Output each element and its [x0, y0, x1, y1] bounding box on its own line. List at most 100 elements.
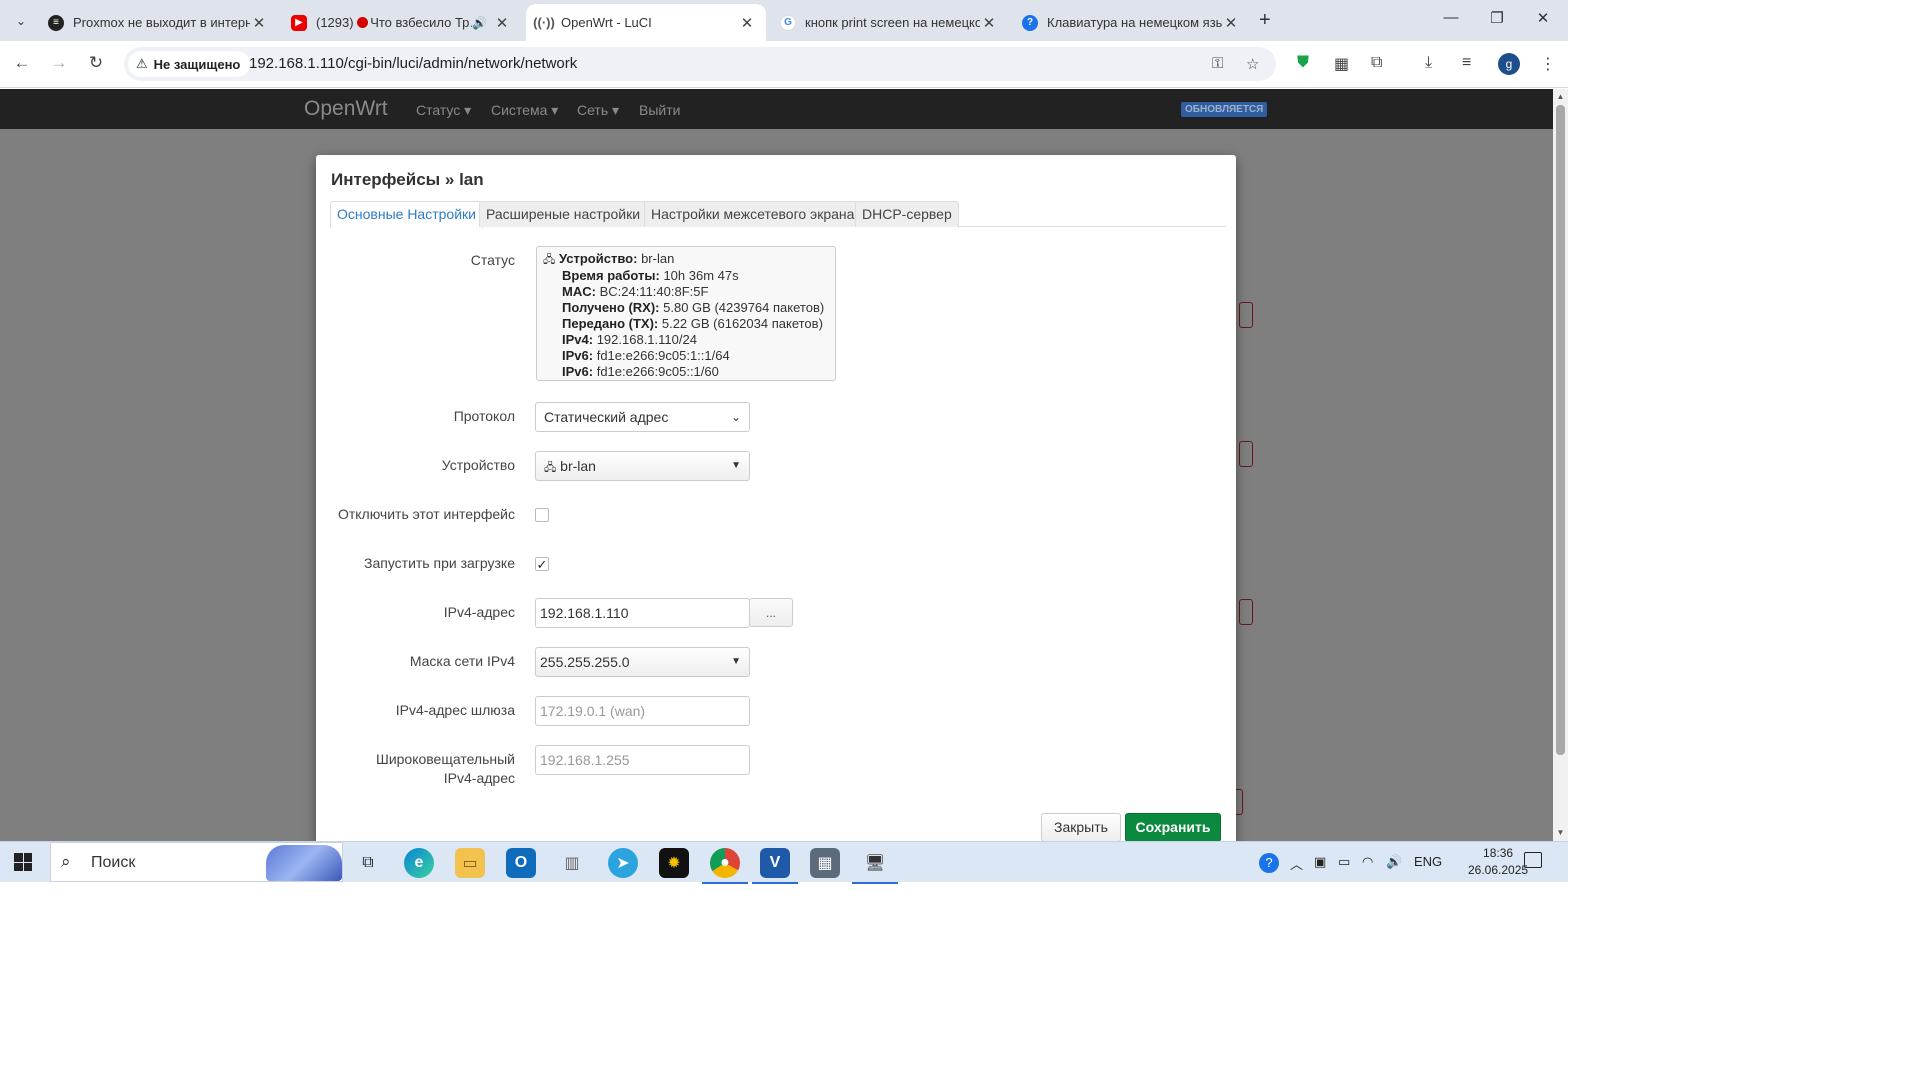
chevron-down-icon: ⌄ — [730, 410, 741, 424]
tab-general-settings[interactable]: Основные Настройки — [330, 201, 483, 228]
veeam-icon[interactable]: V — [752, 848, 798, 884]
close-button[interactable]: Закрыть — [1041, 813, 1121, 841]
gateway-input[interactable]: 172.19.0.1 (wan) — [535, 696, 750, 726]
reload-button[interactable]: ↻ — [84, 53, 108, 73]
tab-firewall-settings[interactable]: Настройки межсетевого экрана — [644, 201, 862, 227]
language-indicator[interactable]: ENG — [1414, 854, 1442, 869]
qr-code-icon[interactable]: ▦ — [1334, 54, 1349, 74]
luci-header: OpenWrt Статус ▾ Система ▾ Сеть ▾ Выйти … — [0, 89, 1553, 129]
warning-icon: ⚠ — [136, 56, 148, 71]
taskbar-search[interactable]: ⌕ Поиск — [50, 842, 343, 882]
ipv4-address-label: IPv4-адрес — [443, 604, 515, 620]
scroll-down-arrow-icon[interactable]: ▼ — [1553, 828, 1568, 837]
disable-interface-label: Отключить этот интерфейс — [337, 506, 515, 522]
menu-kebab-icon[interactable]: ⋮ — [1540, 54, 1556, 74]
calculator-icon[interactable]: ▦ — [810, 848, 840, 878]
telegram-icon[interactable]: ➤ — [608, 848, 638, 878]
menu-network[interactable]: Сеть ▾ — [577, 102, 619, 119]
protocol-select[interactable]: Статический адрес ⌄ — [535, 402, 750, 432]
menu-logout[interactable]: Выйти — [639, 102, 680, 118]
browser-tab[interactable]: G кнопк print screen на немецко… ✕ — [770, 4, 1008, 41]
device-label: Устройство — [441, 457, 515, 473]
library-icon[interactable]: ▥ — [557, 848, 587, 878]
page-viewport: OpenWrt Статус ▾ Система ▾ Сеть ▾ Выйти … — [0, 89, 1568, 841]
protocol-label: Протокол — [453, 408, 515, 424]
ipv4-address-more-button[interactable]: ... — [749, 598, 793, 627]
minimize-button[interactable]: — — [1428, 9, 1474, 26]
battery-icon[interactable]: ▭ — [1338, 854, 1350, 870]
netmask-dropdown[interactable]: 255.255.255.0 ▼ — [535, 647, 750, 677]
page-scrollbar[interactable]: ▲ ▼ — [1553, 89, 1568, 841]
browser-tab[interactable]: ? Клавиатура на немецком язы… ✕ — [1012, 4, 1250, 41]
save-button[interactable]: Сохранить — [1125, 813, 1221, 841]
extensions-icon[interactable]: ⧉ — [1371, 54, 1382, 72]
tab-dhcp-server[interactable]: DHCP-сервер — [855, 201, 959, 227]
tab-search-button[interactable]: ⌄ — [8, 8, 34, 34]
ipv4-address-input[interactable]: 192.168.1.110 — [535, 598, 750, 628]
start-button[interactable] — [14, 853, 32, 871]
caret-down-icon: ▼ — [731, 460, 741, 471]
restore-button[interactable]: ❐ — [1474, 9, 1520, 27]
menu-status[interactable]: Статус ▾ — [416, 102, 471, 119]
browser-tab[interactable]: ▶ (1293) Что взбесило Тр… 🔊 ✕ — [281, 4, 521, 41]
broadcast-input[interactable]: 192.168.1.255 — [535, 745, 750, 775]
outlook-icon[interactable]: O — [506, 848, 536, 878]
status-line: Получено (RX): 5.80 GB (4239764 пакетов) — [562, 300, 825, 315]
status-line: Передано (TX): 5.22 GB (6162034 пакетов) — [562, 316, 823, 331]
autostart-checkbox[interactable]: ✓ — [535, 557, 549, 571]
url-text[interactable]: 192.168.1.110/cgi-bin/luci/admin/network… — [249, 55, 577, 72]
close-tab-icon[interactable]: ✕ — [980, 14, 998, 32]
close-tab-icon[interactable]: ✕ — [493, 14, 511, 32]
speaker-icon[interactable]: 🔊 — [472, 16, 487, 30]
browser-tab-active[interactable]: ((·)) OpenWrt - LuCI ✕ — [526, 4, 766, 41]
key-icon[interactable]: ⚿ — [1212, 55, 1223, 72]
bookmark-star-icon[interactable]: ☆ — [1246, 55, 1259, 73]
meet-icon[interactable]: ▣ — [1314, 854, 1326, 870]
close-tab-icon[interactable]: ✕ — [250, 14, 268, 32]
status-label: Статус — [470, 252, 515, 268]
menu-system[interactable]: Система ▾ — [491, 102, 558, 119]
sun-app-icon[interactable]: ✹ — [659, 848, 689, 878]
close-window-button[interactable]: ✕ — [1520, 9, 1566, 27]
netmask-label: Маска сети IPv4 — [409, 653, 515, 669]
close-tab-icon[interactable]: ✕ — [738, 14, 756, 32]
autostart-label: Запустить при загрузке — [364, 555, 515, 571]
notification-icon[interactable] — [1524, 852, 1542, 868]
help-icon: ? — [1022, 14, 1038, 31]
remote-desktop-icon[interactable]: 🖥 — [852, 848, 898, 884]
volume-icon[interactable]: 🔊 — [1386, 854, 1402, 870]
windows-taskbar: ⌕ Поиск ⧉ e ▭ O ▥ ➤ ✹ ● V ▦ 🖥 ? ︿ ▣ ▭ ◠ … — [0, 841, 1568, 884]
red-circle-icon — [357, 17, 369, 28]
disable-interface-checkbox[interactable] — [535, 508, 549, 522]
modal-title: Интерфейсы » lan — [331, 170, 484, 189]
back-button[interactable]: ← — [10, 53, 34, 73]
new-tab-button[interactable]: + — [1259, 9, 1271, 32]
taskbar-clock[interactable]: 18:36 26.06.2025 — [1468, 845, 1528, 879]
device-dropdown[interactable]: 🖧 br-lan ▼ — [535, 451, 750, 481]
openwrt-brand[interactable]: OpenWrt — [304, 97, 388, 121]
address-bar[interactable]: ⚠ Не защищено 192.168.1.110/cgi-bin/luci… — [124, 47, 1276, 81]
help-tray-icon[interactable]: ? — [1259, 853, 1279, 873]
scrollbar-thumb[interactable] — [1556, 105, 1565, 755]
file-explorer-icon[interactable]: ▭ — [455, 848, 485, 878]
browser-tab[interactable]: ≡ Proxmox не выходит в интерн… ✕ — [38, 4, 278, 41]
edge-icon[interactable]: e — [404, 848, 434, 878]
browser-tab-strip: ⌄ ≡ Proxmox не выходит в интерн… ✕ ▶ (12… — [0, 0, 1568, 41]
status-line: Время работы: 10h 36m 47s — [562, 268, 739, 283]
media-control-icon[interactable]: ≡ — [1462, 54, 1471, 72]
gateway-label: IPv4-адрес шлюза — [395, 702, 515, 718]
tab-advanced-settings[interactable]: Расширеные настройки — [479, 201, 648, 227]
wifi-icon[interactable]: ◠ — [1362, 854, 1373, 870]
chevron-up-icon[interactable]: ︿ — [1290, 854, 1303, 873]
download-icon[interactable]: ⤓ — [1425, 54, 1432, 72]
profile-avatar[interactable]: g — [1498, 53, 1520, 75]
security-chip[interactable]: ⚠ Не защищено — [128, 51, 251, 77]
forward-button[interactable]: → — [47, 53, 71, 73]
scroll-up-arrow-icon[interactable]: ▲ — [1553, 92, 1568, 101]
close-tab-icon[interactable]: ✕ — [1222, 14, 1240, 32]
chrome-icon[interactable]: ● — [702, 848, 748, 884]
browser-toolbar: ← → ↻ ⚠ Не защищено 192.168.1.110/cgi-bi… — [0, 41, 1568, 88]
task-view-icon[interactable]: ⧉ — [353, 848, 383, 878]
shield-extension-icon[interactable]: ⛊ — [1297, 54, 1309, 72]
network-device-icon: 🖧 — [543, 254, 556, 266]
